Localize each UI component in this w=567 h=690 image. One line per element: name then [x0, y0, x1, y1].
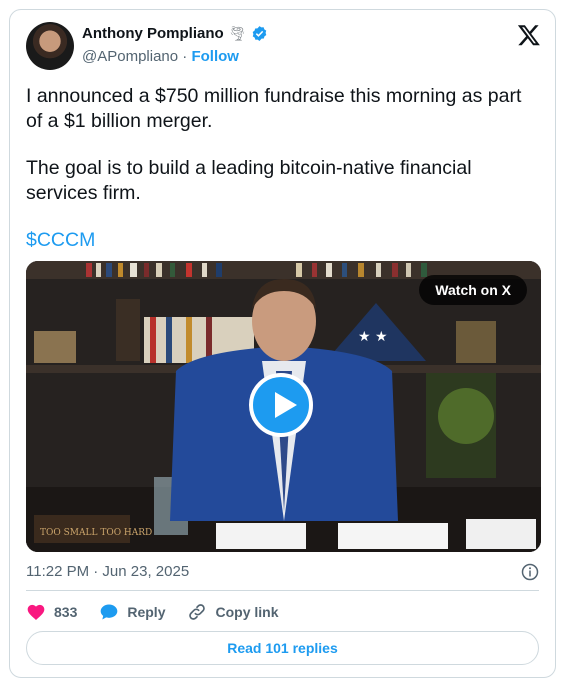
- author-handle-row: @APompliano · Follow: [82, 48, 239, 65]
- author-name-row: Anthony Pompliano 🌪: [82, 25, 268, 42]
- tweet-paragraph: I announced a $750 million fundraise thi…: [26, 85, 522, 132]
- reply-bubble-icon: [101, 604, 118, 620]
- avatar[interactable]: [26, 22, 74, 70]
- heart-icon: [27, 604, 45, 620]
- author-name[interactable]: Anthony Pompliano: [82, 25, 224, 42]
- video-player[interactable]: ★ ★ TOO SMALL TOO HARD Watch on X: [26, 261, 541, 552]
- tweet-timestamp[interactable]: 11:22 PM · Jun 23, 2025: [26, 563, 189, 580]
- tweet-paragraph: The goal is to build a leading bitcoin-n…: [26, 157, 472, 204]
- read-replies-button[interactable]: Read 101 replies: [26, 631, 539, 665]
- play-button[interactable]: [249, 373, 313, 437]
- copy-link-label: Copy link: [215, 604, 279, 620]
- info-icon[interactable]: [521, 563, 539, 581]
- action-bar: 833 Reply Copy link: [26, 602, 301, 622]
- copy-link-button[interactable]: Copy link: [187, 602, 279, 622]
- link-icon: [189, 604, 206, 620]
- follow-button[interactable]: Follow: [191, 48, 239, 65]
- reply-label: Reply: [127, 604, 166, 620]
- watch-on-x-button[interactable]: Watch on X: [419, 275, 527, 305]
- x-logo-icon[interactable]: [517, 23, 541, 47]
- tornado-emoji-icon: 🌪: [228, 25, 247, 41]
- tweet-card: Anthony Pompliano 🌪 @APompliano · Follow…: [9, 9, 556, 678]
- cashtag-link[interactable]: $CCCM: [26, 229, 95, 251]
- like-count: 833: [54, 604, 78, 620]
- like-button[interactable]: 833: [26, 602, 77, 622]
- author-handle[interactable]: @APompliano: [82, 48, 178, 65]
- svg-text:TOO SMALL TOO HARD: TOO SMALL TOO HARD: [40, 528, 152, 538]
- reply-button[interactable]: Reply: [99, 602, 165, 622]
- verified-badge-icon: [253, 26, 267, 41]
- divider: [26, 590, 539, 591]
- svg-text:★ ★: ★ ★: [358, 329, 388, 345]
- tweet-text: I announced a $750 million fundraise thi…: [26, 84, 541, 275]
- handle-separator: ·: [182, 48, 188, 65]
